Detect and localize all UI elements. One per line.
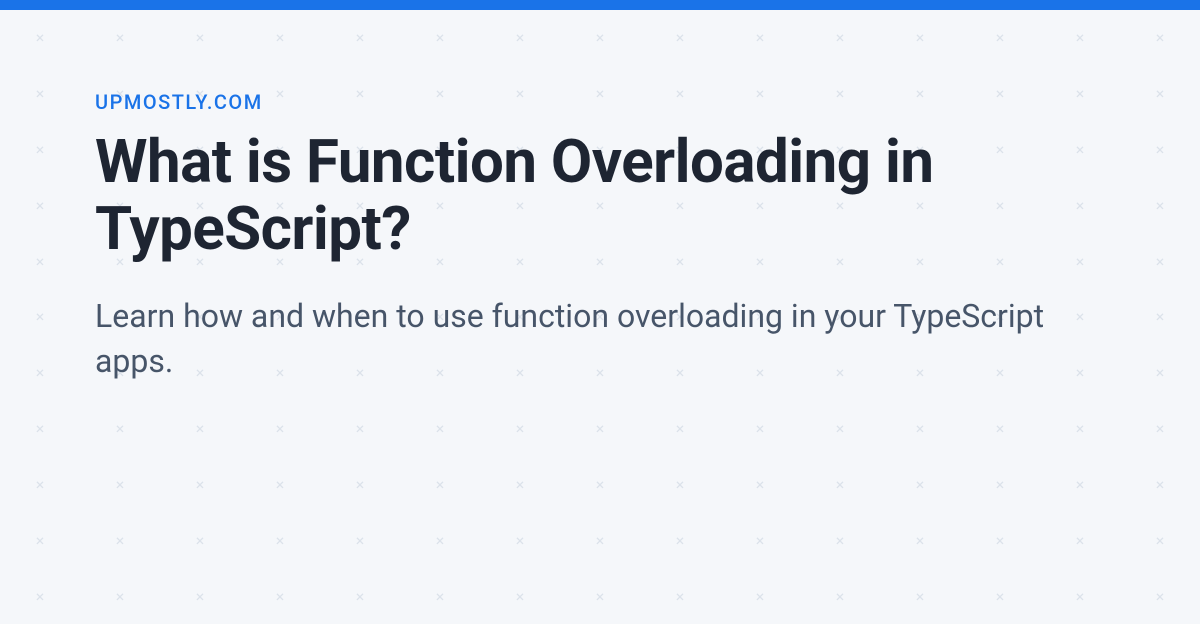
top-accent-bar bbox=[0, 0, 1200, 10]
page-description: Learn how and when to use function overl… bbox=[95, 294, 1095, 384]
content-container: UPMOSTLY.COM What is Function Overloadin… bbox=[0, 10, 1200, 384]
site-name: UPMOSTLY.COM bbox=[95, 90, 1105, 114]
page-headline: What is Function Overloading in TypeScri… bbox=[95, 128, 1105, 262]
